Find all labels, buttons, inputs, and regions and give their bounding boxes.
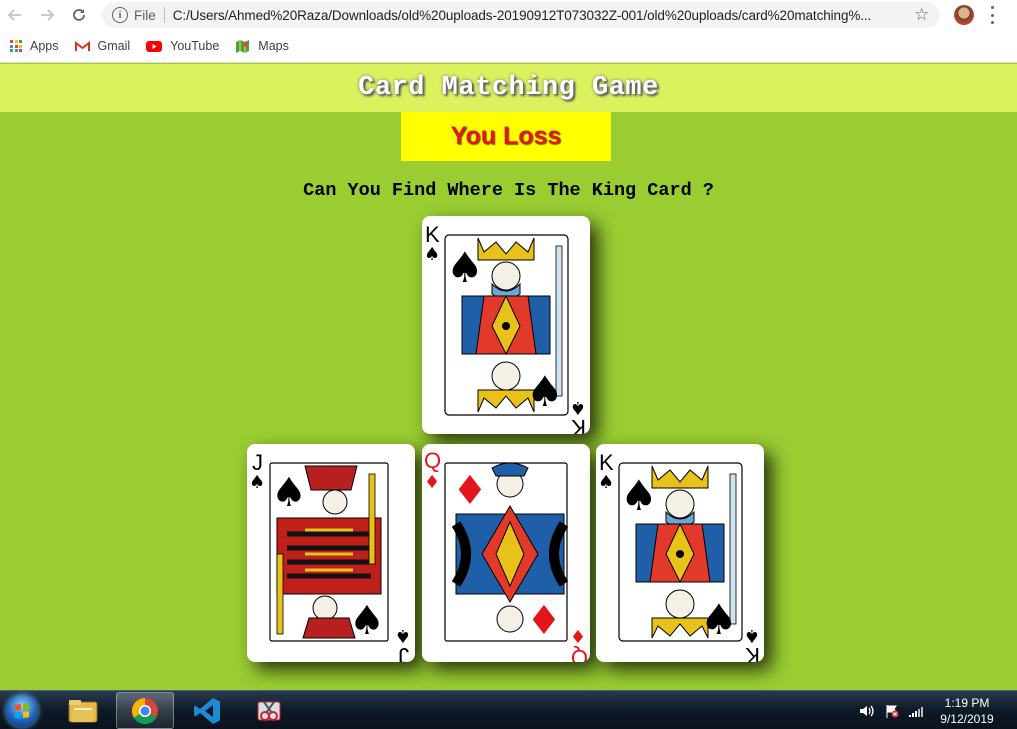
omnibox-separator	[163, 7, 165, 23]
info-icon[interactable]: i	[112, 7, 128, 23]
svg-text:♠: ♠	[620, 471, 658, 520]
gmail-icon	[74, 40, 90, 51]
taskbar-explorer[interactable]	[54, 692, 112, 729]
back-button[interactable]	[2, 2, 28, 28]
clock-date: 9/12/2019	[940, 712, 994, 726]
windows-taskbar: 1:19 PM 9/12/2019	[0, 690, 1017, 729]
system-tray	[858, 691, 924, 729]
bookmark-label: Maps	[258, 39, 289, 53]
svg-text:♦: ♦	[570, 625, 586, 646]
card-king-spades-top[interactable]: K ♠ ♠ ♠ K ♠	[422, 216, 590, 434]
taskbar-snipping-tool[interactable]	[240, 692, 298, 729]
windows-explorer-icon	[68, 699, 98, 722]
svg-text:♠: ♠	[700, 595, 738, 644]
bookmark-label: Apps	[30, 39, 59, 53]
forward-arrow-icon	[41, 9, 55, 21]
result-text: You Loss	[450, 122, 562, 150]
svg-text:♠: ♠	[446, 243, 484, 292]
reload-button[interactable]	[66, 2, 92, 28]
back-arrow-icon	[7, 9, 21, 21]
menu-kebab-icon[interactable]	[990, 6, 994, 24]
windows-logo-icon	[6, 694, 38, 727]
svg-text:♠: ♠	[598, 472, 614, 493]
queen-of-diamonds-icon: Q ♦ ♦ ♦ Q♦	[424, 448, 588, 662]
network-signal-icon[interactable]	[908, 703, 924, 719]
vscode-icon	[194, 697, 220, 724]
svg-text:♠: ♠	[249, 472, 265, 493]
chrome-icon	[131, 697, 158, 724]
browser-toolbar: i File C:/Users/Ahmed%20Raza/Downloads/o…	[0, 0, 1017, 30]
svg-text:Q: Q	[424, 448, 441, 473]
page-title: Card Matching Game	[358, 73, 659, 103]
youtube-icon	[146, 40, 163, 52]
apps-grid-icon	[10, 40, 22, 52]
url-scheme: File	[134, 7, 156, 23]
card-jack-spades[interactable]: J ♠ ♠ ♠ J ♠	[247, 444, 415, 662]
svg-text:♠: ♠	[395, 625, 411, 646]
question-text: Can You Find Where Is The King Card ?	[303, 180, 714, 201]
bookmark-label: YouTube	[170, 39, 220, 53]
forward-button[interactable]	[34, 2, 60, 28]
svg-text:♠: ♠	[271, 470, 307, 516]
king-of-spades-icon: K ♠ ♠ ♠ K♠	[598, 450, 760, 662]
taskbar-clock[interactable]: 1:19 PM 9/12/2019	[930, 695, 1004, 727]
svg-text:♦: ♦	[424, 472, 440, 493]
svg-text:♠: ♠	[570, 397, 586, 418]
volume-icon[interactable]	[858, 703, 876, 719]
svg-text:♠: ♠	[349, 598, 385, 644]
result-banner: You Loss	[401, 112, 611, 161]
bookmark-gmail[interactable]: Gmail	[74, 39, 131, 53]
jack-of-spades-icon: J ♠ ♠ ♠ J♠	[249, 450, 411, 662]
url-text[interactable]: C:/Users/Ahmed%20Raza/Downloads/old%20up…	[173, 8, 903, 23]
snipping-tool-icon	[257, 700, 281, 721]
taskbar-vscode[interactable]	[178, 692, 236, 729]
svg-text:Q: Q	[571, 645, 588, 662]
king-of-spades-icon: K ♠ ♠ ♠ K♠	[424, 222, 586, 434]
clock-time: 1:19 PM	[944, 696, 990, 710]
svg-text:♦: ♦	[452, 468, 488, 514]
bookmark-label: Gmail	[97, 39, 131, 53]
profile-avatar[interactable]	[954, 5, 974, 25]
card-king-spades-bottom[interactable]: K ♠ ♠ ♠ K ♠	[596, 444, 764, 662]
svg-text:♠: ♠	[424, 244, 440, 265]
game-header: Card Matching Game	[0, 64, 1017, 112]
svg-text:♠: ♠	[526, 367, 564, 416]
taskbar-chrome[interactable]	[116, 692, 174, 729]
maps-icon	[236, 39, 250, 53]
bookmark-apps[interactable]: Apps	[10, 39, 59, 53]
start-button[interactable]	[2, 692, 42, 729]
action-center-flag-icon[interactable]	[884, 703, 900, 719]
card-queen-diamonds[interactable]: Q ♦ ♦ ♦ Q ♦	[422, 444, 590, 662]
reload-icon	[73, 9, 85, 21]
bookmark-youtube[interactable]: YouTube	[146, 39, 219, 53]
svg-text:♠: ♠	[744, 625, 760, 646]
address-bar[interactable]: i File C:/Users/Ahmed%20Raza/Downloads/o…	[102, 2, 940, 28]
bookmark-star-icon[interactable]: ☆	[914, 5, 929, 25]
bookmarks-bar: Apps Gmail YouTube Maps	[0, 30, 1017, 63]
bookmark-maps[interactable]: Maps	[235, 39, 289, 54]
svg-text:♦: ♦	[526, 598, 562, 644]
